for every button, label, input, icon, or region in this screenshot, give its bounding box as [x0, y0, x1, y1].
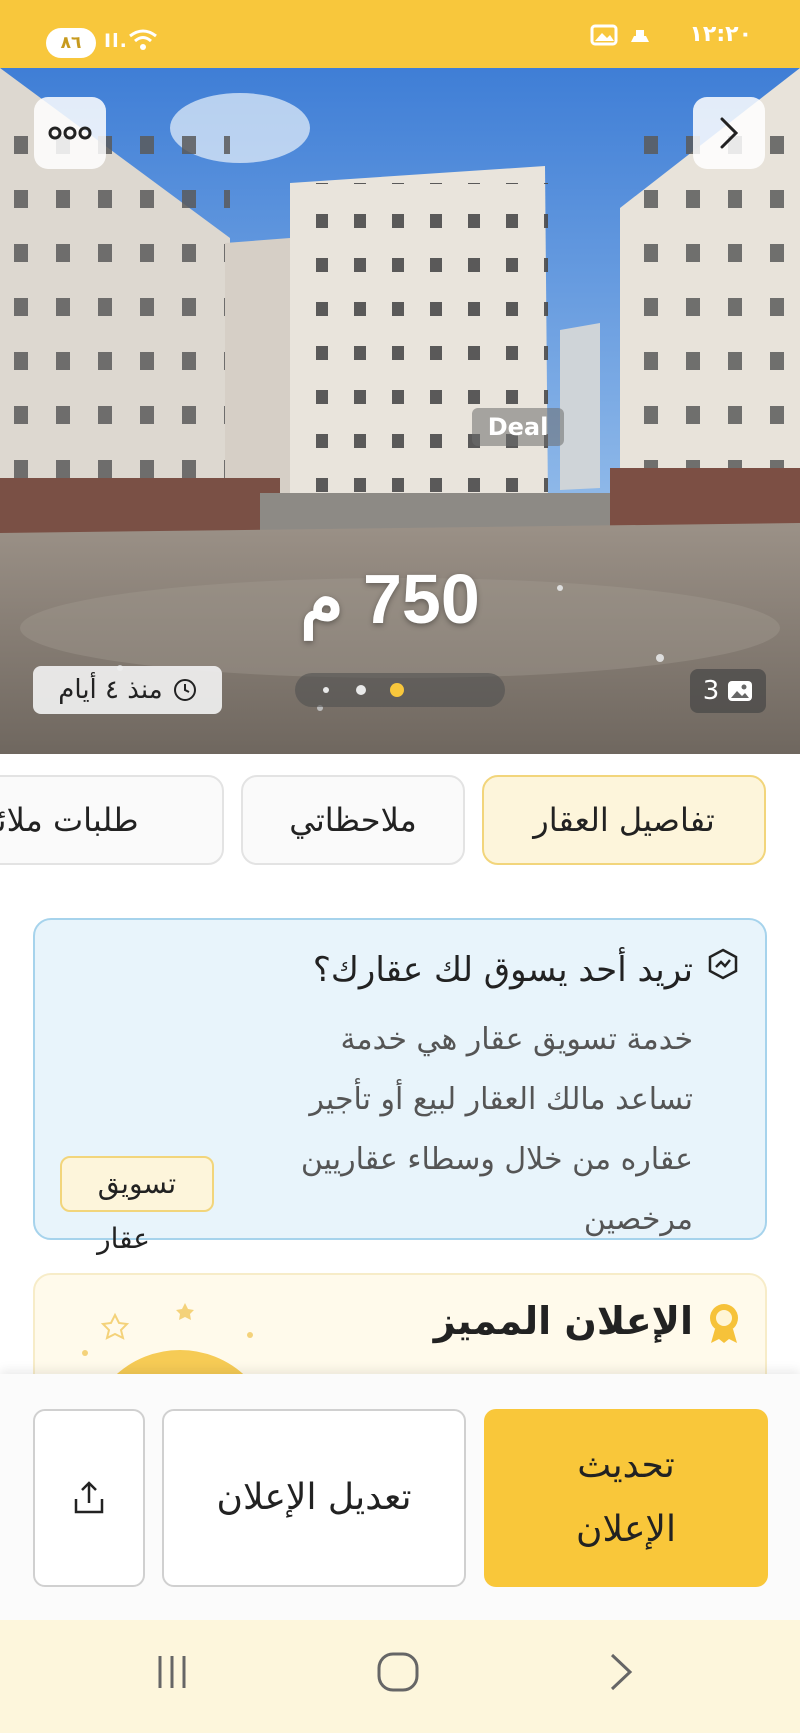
tab-my-notes[interactable]: ملاحظاتي	[241, 775, 465, 865]
share-button[interactable]	[33, 1409, 145, 1587]
carousel-dot-2	[356, 685, 366, 695]
gallery-icon	[590, 24, 618, 46]
back-button[interactable]	[693, 97, 765, 169]
tab-my-notes-label: ملاحظاتي	[289, 801, 417, 839]
carousel-dot-active	[390, 683, 404, 697]
tab-property-details-label: تفاصيل العقار	[533, 801, 715, 839]
area-label: 750 م	[300, 560, 480, 638]
featured-ad-title: الإعلان المميز	[433, 1299, 693, 1343]
watermark-logo: Deal	[472, 408, 564, 446]
tab-matching-requests-label: طلبات ملائمة	[0, 801, 139, 839]
marketing-service-tag[interactable]: تسويق	[60, 1156, 214, 1212]
property-photo-carousel[interactable]: Deal 750 م منذ ٤ أيام 3	[0, 68, 800, 754]
tab-matching-requests[interactable]: طلبات ملائمة	[0, 775, 224, 865]
edit-ad-label: تعديل الإعلان	[216, 1477, 412, 1518]
photo-count-text: 3	[702, 676, 720, 706]
renew-ad-button[interactable]: تحديث الإعلان	[484, 1409, 768, 1587]
wifi-icon	[129, 29, 157, 50]
notification-icons	[590, 22, 652, 48]
image-icon	[728, 681, 753, 701]
trend-chart-icon	[708, 948, 738, 980]
carousel-dot-1	[323, 687, 329, 693]
whatsapp-icon	[631, 30, 649, 42]
property-photo	[0, 68, 800, 754]
marketing-tag-line2: عقار	[97, 1222, 150, 1255]
back-nav-icon[interactable]	[606, 1652, 636, 1692]
renew-ad-label: تحديث الإعلان	[576, 1445, 676, 1550]
carousel-indicator	[295, 673, 505, 707]
system-navigation-bar	[0, 1620, 800, 1733]
chevron-right-icon	[720, 117, 739, 149]
marketing-description: خدمة تسويق عقار هي خدمة تساعد مالك العقا…	[300, 1022, 693, 1237]
status-bar: ٨٦ Il. ١٢:٢٠	[0, 0, 800, 68]
marketing-title: تريد أحد يسوق لك عقارك؟	[312, 950, 693, 990]
marketing-tag-line1: تسويق	[97, 1167, 177, 1200]
posted-time-text: منذ ٤ أيام	[58, 675, 163, 705]
tab-property-details[interactable]: تفاصيل العقار	[482, 775, 766, 865]
more-dots-icon	[48, 126, 92, 140]
bottom-action-bar: تعديل الإعلان تحديث الإعلان	[0, 1374, 800, 1620]
photo-count-badge[interactable]: 3	[690, 669, 766, 713]
clock: ١٢:٢٠	[689, 22, 752, 47]
clock-icon	[173, 679, 196, 701]
signal-icon: Il.	[104, 30, 128, 52]
recent-apps-icon[interactable]	[152, 1652, 192, 1692]
tab-bar: تفاصيل العقار ملاحظاتي طلبات ملائمة	[0, 775, 800, 865]
marketing-service-card[interactable]: تريد أحد يسوق لك عقارك؟ خدمة تسويق عقار …	[33, 918, 767, 1240]
battery-indicator: ٨٦	[46, 28, 96, 58]
edit-ad-button[interactable]: تعديل الإعلان	[162, 1409, 466, 1587]
award-badge-icon	[710, 1304, 738, 1343]
more-options-button[interactable]	[34, 97, 106, 169]
posted-time-badge: منذ ٤ أيام	[33, 666, 222, 714]
home-icon[interactable]	[376, 1652, 420, 1692]
share-icon	[74, 1481, 104, 1514]
